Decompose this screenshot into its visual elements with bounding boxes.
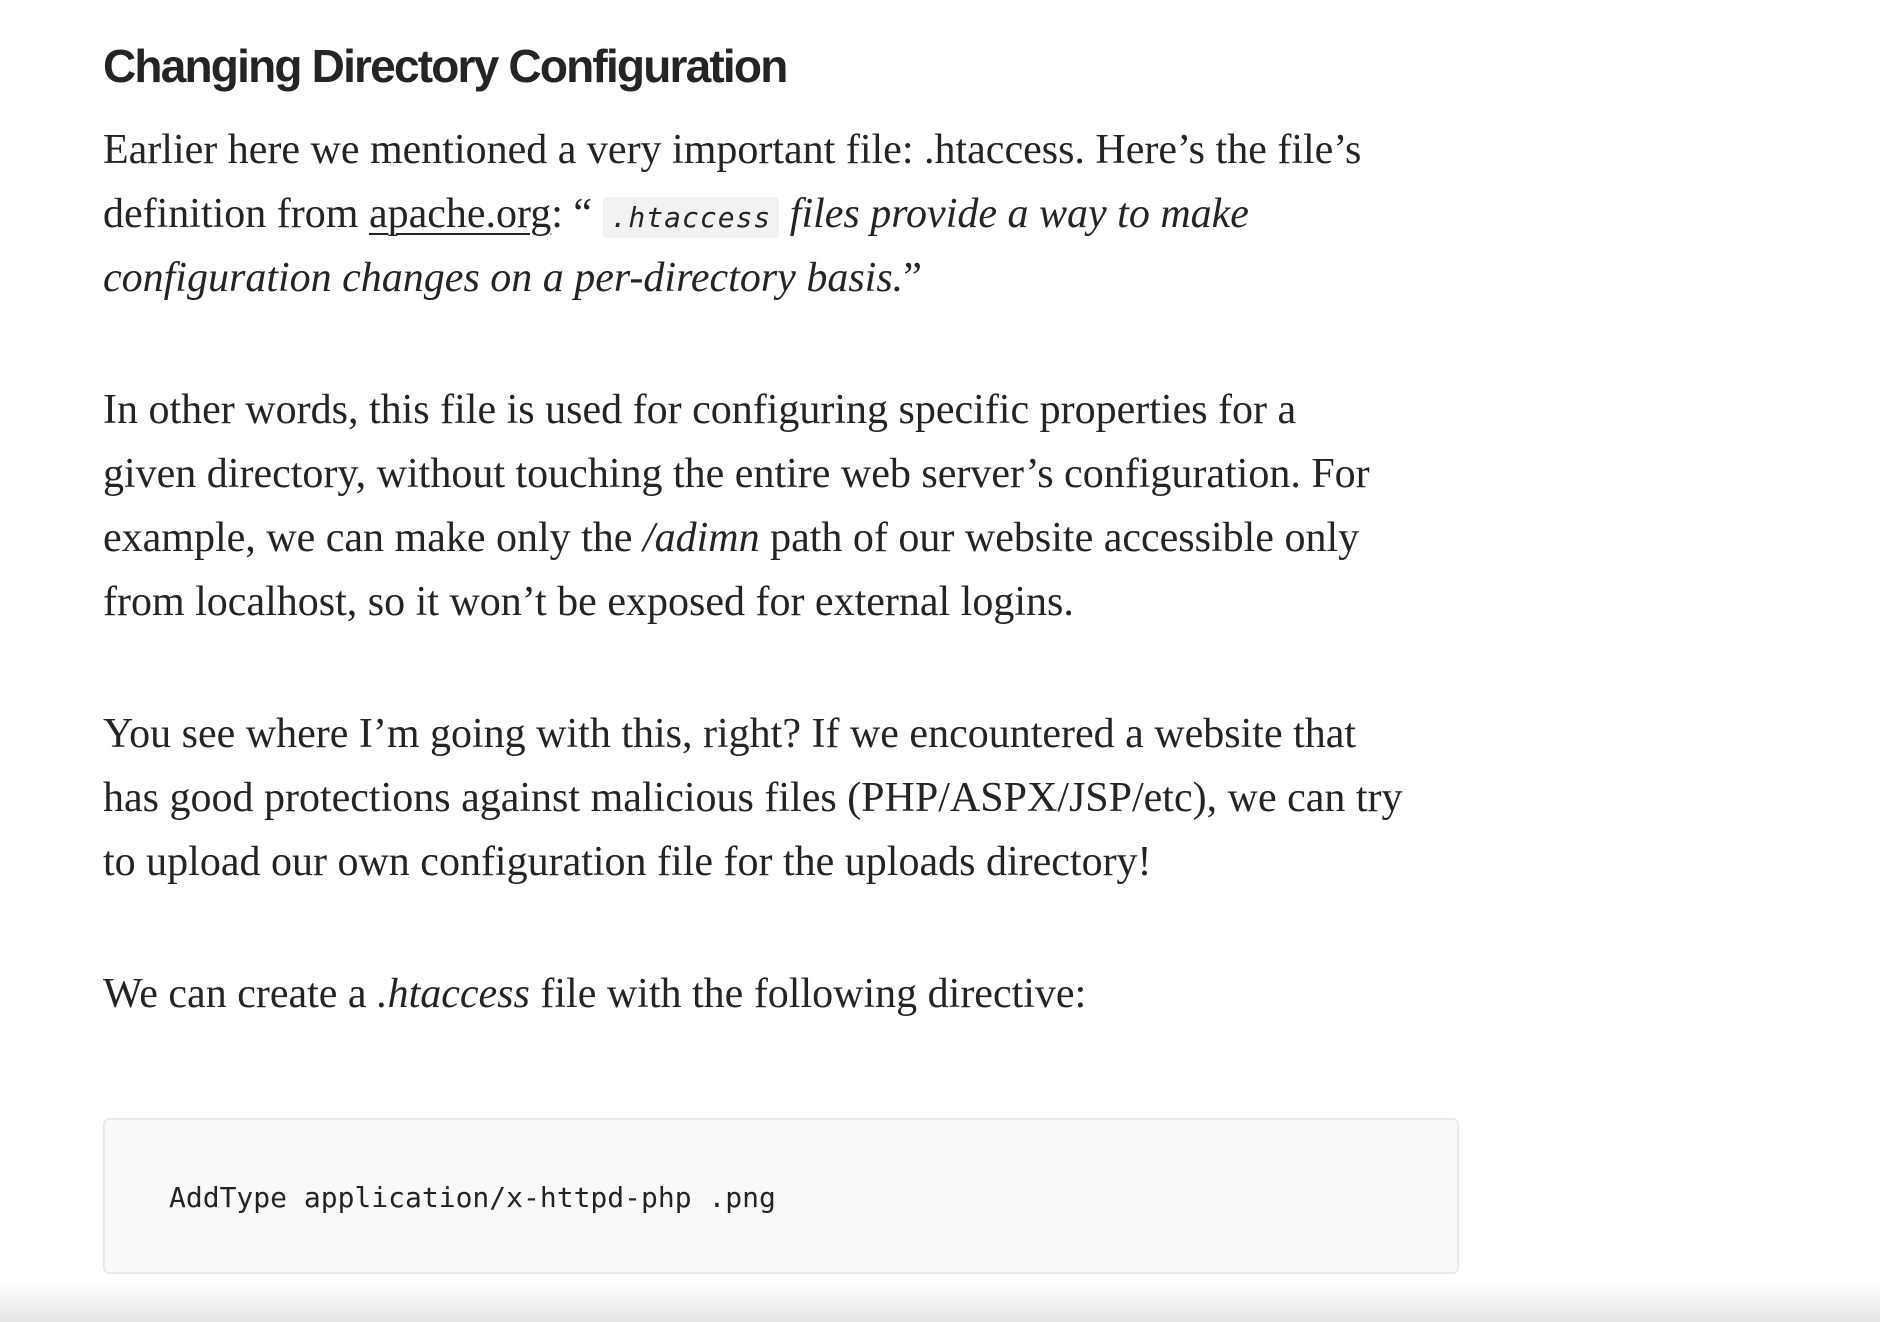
paragraph-line: Earlier here we mentioned a very importa… <box>103 118 1361 182</box>
paragraph-other-words: In other words, this file is used for co… <box>103 378 1370 634</box>
text: : “ <box>551 191 603 237</box>
paragraph-line: We can create a .htaccess file with the … <box>103 962 1086 1026</box>
paragraph-htaccess-intro: Earlier here we mentioned a very importa… <box>103 118 1361 310</box>
filename-italic: .htaccess <box>377 971 530 1017</box>
text: path of our website accessible only <box>759 515 1360 561</box>
path-italic: /adimn <box>642 515 760 561</box>
paragraph-line: configuration changes on a per-directory… <box>103 246 1361 310</box>
section-heading: Changing Directory Configuration <box>103 40 788 92</box>
paragraph-line: to upload our own configuration file for… <box>103 839 1152 885</box>
paragraph-line: has good protections against malicious f… <box>103 775 1403 821</box>
text: We can create a <box>103 971 378 1017</box>
text: definition from <box>103 191 369 237</box>
inline-code-htaccess: .htaccess <box>602 197 780 238</box>
paragraph-line: example, we can make only the /adimn pat… <box>103 506 1370 570</box>
paragraph-upload-config: You see where I’m going with this, right… <box>103 702 1403 894</box>
code-block[interactable]: AddType application/x-httpd-php .png <box>103 1118 1459 1274</box>
text: Earlier here we mentioned a very importa… <box>103 127 1362 173</box>
paragraph-line: definition from apache.org: “ .htaccess … <box>103 182 1361 246</box>
paragraph-directive: We can create a .htaccess file with the … <box>103 962 1086 1026</box>
paragraph-line: In other words, this file is used for co… <box>103 387 1297 433</box>
paragraph-line: You see where I’m going with this, right… <box>103 711 1357 757</box>
quote-text: files provide a way to make <box>779 191 1249 237</box>
text: ” <box>903 255 922 301</box>
paragraph-line: given directory, without touching the en… <box>103 451 1370 497</box>
bottom-fade-overlay <box>0 1282 1880 1322</box>
text: file with the following directive: <box>529 971 1087 1017</box>
code-block-text[interactable]: AddType application/x-httpd-php .png <box>169 1178 776 1218</box>
text: example, we can make only the <box>103 515 643 561</box>
paragraph-line: from localhost, so it won’t be exposed f… <box>103 579 1074 625</box>
quote-text: configuration changes on a per-directory… <box>103 255 904 301</box>
apache-org-link[interactable]: apache.org <box>369 191 551 237</box>
